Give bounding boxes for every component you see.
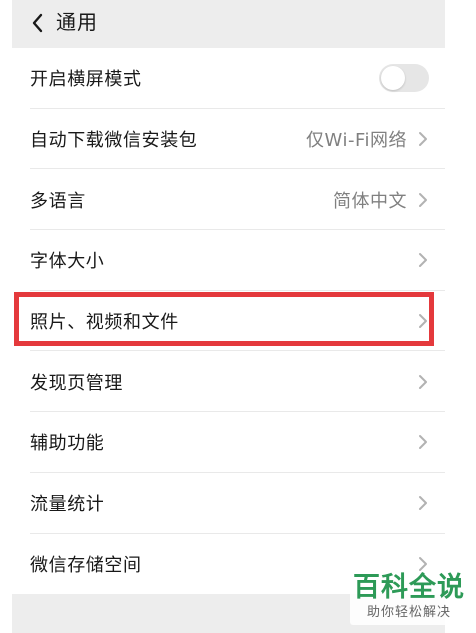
setting-value: 简体中文 — [333, 190, 407, 212]
chevron-right-icon — [419, 192, 427, 207]
setting-label: 多语言 — [30, 190, 86, 212]
setting-row-auto-download[interactable]: 自动下载微信安装包 仅Wi-Fi网络 — [12, 108, 445, 170]
setting-row-photos-videos-files[interactable]: 照片、视频和文件 — [12, 290, 445, 352]
chevron-right-icon — [419, 314, 427, 329]
setting-label: 辅助功能 — [30, 433, 105, 455]
setting-label: 微信存储空间 — [30, 554, 142, 576]
setting-row-discover-management[interactable]: 发现页管理 — [12, 351, 445, 413]
back-icon-glyph — [32, 13, 43, 33]
setting-label: 自动下载微信安装包 — [30, 130, 198, 152]
chevron-right-icon — [419, 132, 427, 147]
setting-row-landscape-mode[interactable]: 开启横屏模式 — [12, 48, 445, 109]
toggle-knob — [381, 66, 405, 91]
setting-label: 字体大小 — [30, 251, 105, 273]
settings-screen: 通用 开启横屏模式 自动下载微信安装包 仅Wi-Fi网络 多语言 简体中文 字体… — [0, 0, 476, 633]
setting-label: 开启横屏模式 — [30, 69, 142, 91]
page-title: 通用 — [56, 10, 98, 34]
setting-row-font-size[interactable]: 字体大小 — [12, 230, 445, 291]
setting-label: 流量统计 — [30, 494, 105, 516]
chevron-right-icon — [419, 435, 427, 450]
setting-label: 发现页管理 — [30, 372, 123, 394]
setting-label: 照片、视频和文件 — [30, 312, 179, 334]
top-bar: 通用 — [12, 0, 445, 48]
setting-row-accessibility[interactable]: 辅助功能 — [12, 412, 445, 473]
watermark-subtitle: 助你轻松解决 — [366, 605, 451, 620]
settings-list: 开启横屏模式 自动下载微信安装包 仅Wi-Fi网络 多语言 简体中文 字体大小 — [12, 48, 445, 595]
landscape-mode-toggle[interactable] — [379, 64, 429, 93]
watermark: 百科全说 助你轻松解决 — [350, 571, 468, 625]
back-icon[interactable] — [26, 11, 50, 35]
setting-row-data-usage[interactable]: 流量统计 — [12, 472, 445, 534]
chevron-right-icon — [419, 374, 427, 389]
watermark-title: 百科全说 — [353, 572, 465, 603]
setting-row-language[interactable]: 多语言 简体中文 — [12, 169, 445, 231]
setting-value: 仅Wi-Fi网络 — [306, 130, 407, 152]
chevron-right-icon — [419, 253, 427, 268]
chevron-right-icon — [419, 496, 427, 511]
